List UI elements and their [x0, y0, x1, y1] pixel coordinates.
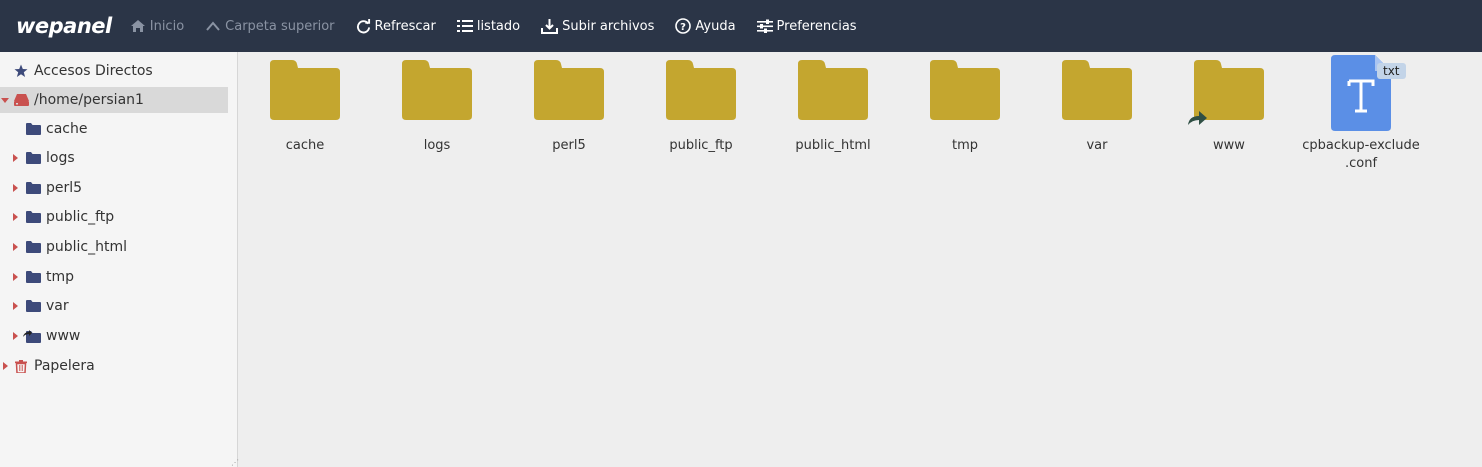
folder-icon [26, 271, 41, 283]
parent-folder-button[interactable]: Carpeta superior [205, 18, 335, 34]
home-button[interactable]: Inicio [130, 19, 184, 34]
tree-label-trash: Papelera [34, 358, 95, 374]
file-name: www [1213, 138, 1245, 153]
tree-item-public-html[interactable]: public_html [0, 234, 228, 260]
file-name: var [1086, 138, 1108, 153]
file-name: cpbackup-exclude .conf [1295, 137, 1427, 173]
upload-icon [541, 18, 559, 34]
folder-icon [930, 60, 1000, 120]
tree-item-www[interactable]: www [0, 323, 228, 349]
sidebar-tree: Accesos Directos /home/persian1 cache lo… [0, 52, 239, 467]
preferences-label: Preferencias [776, 18, 857, 34]
folder-icon [402, 60, 472, 120]
tree-item-root[interactable]: /home/persian1 [0, 87, 228, 113]
file-item-var[interactable]: var [1031, 52, 1163, 182]
folder-icon [798, 60, 868, 120]
tree-label-www: www [46, 328, 81, 344]
list-view-button[interactable]: listado [456, 18, 521, 34]
folder-icon [1062, 60, 1132, 120]
file-name-line2: .conf [1344, 156, 1378, 171]
tree-item-cache[interactable]: cache [0, 116, 228, 142]
tree-label-shortcuts: Accesos Directos [34, 63, 153, 79]
list-icon [456, 20, 473, 32]
trash-icon [15, 359, 27, 373]
folder-icon [666, 60, 736, 120]
drive-icon [14, 94, 29, 106]
tree-item-logs[interactable]: logs [0, 145, 228, 171]
upload-button[interactable]: Subir archivos [541, 18, 655, 34]
refresh-icon [356, 18, 370, 33]
file-item-cache[interactable]: cache [239, 52, 371, 182]
folder-link-icon [23, 329, 41, 343]
home-label: Inicio [149, 18, 185, 34]
expand-caret-icon[interactable] [13, 154, 18, 162]
symlink-arrow-icon [1188, 111, 1207, 125]
expand-caret-icon[interactable] [13, 273, 18, 281]
help-label: Ayuda [695, 18, 736, 34]
folder-icon [26, 152, 41, 164]
expand-caret-icon[interactable] [13, 302, 18, 310]
folder-icon [534, 60, 604, 120]
expand-caret-icon[interactable] [1, 98, 9, 103]
home-icon [130, 20, 145, 32]
file-name: public_ftp [669, 138, 733, 153]
sidebar-resize-handle[interactable]: ⋰ [231, 458, 239, 467]
tree-label-logs: logs [46, 150, 75, 166]
file-name: logs [423, 138, 451, 153]
refresh-label: Refrescar [374, 18, 436, 34]
tree-item-tmp[interactable]: tmp [0, 264, 228, 290]
help-icon: ? [675, 18, 692, 34]
tree-label-public-ftp: public_ftp [46, 209, 115, 225]
file-item-tmp[interactable]: tmp [899, 52, 1031, 182]
upload-label: Subir archivos [562, 18, 655, 34]
expand-caret-icon[interactable] [13, 243, 18, 251]
folder-icon [26, 211, 41, 223]
tree-label-perl5: perl5 [46, 180, 83, 196]
file-item-cpbackup-exclude[interactable]: txt cpbackup-exclude .conf [1295, 52, 1427, 182]
top-bar: wepanel Inicio Carpeta superior Refresca… [0, 0, 1482, 52]
tree-item-public-ftp[interactable]: public_ftp [0, 204, 228, 230]
tree-item-var[interactable]: var [0, 293, 228, 319]
folder-icon [270, 60, 340, 120]
svg-text:?: ? [680, 22, 686, 33]
tree-item-trash[interactable]: Papelera [0, 353, 228, 379]
parent-folder-label: Carpeta superior [225, 18, 335, 34]
file-type-badge: txt [1377, 63, 1406, 79]
expand-caret-icon[interactable] [13, 332, 18, 340]
refresh-button[interactable]: Refrescar [356, 18, 436, 34]
expand-caret-icon[interactable] [13, 213, 18, 221]
tree-item-perl5[interactable]: perl5 [0, 175, 228, 201]
folder-icon [26, 241, 41, 253]
folder-icon [26, 300, 41, 312]
star-icon [14, 64, 28, 77]
file-item-www[interactable]: www [1163, 52, 1295, 182]
file-item-public-html[interactable]: public_html [767, 52, 899, 182]
tree-label-root: /home/persian1 [34, 92, 144, 108]
file-item-public-ftp[interactable]: public_ftp [635, 52, 767, 182]
tree-label-cache: cache [46, 121, 88, 137]
file-name: tmp [951, 138, 978, 153]
tree-label-public-html: public_html [46, 239, 128, 255]
sliders-icon [756, 19, 773, 33]
file-grid: cache logs perl5 public_ftp public_html … [239, 52, 1482, 467]
list-view-label: listado [476, 18, 521, 34]
tree-label-var: var [46, 298, 69, 314]
file-item-perl5[interactable]: perl5 [503, 52, 635, 182]
tree-label-tmp: tmp [46, 269, 75, 285]
folder-icon [26, 182, 41, 194]
expand-caret-icon[interactable] [13, 184, 18, 192]
help-button[interactable]: ? Ayuda [675, 18, 736, 34]
chevron-up-icon [206, 21, 220, 31]
file-item-logs[interactable]: logs [371, 52, 503, 182]
tree-item-shortcuts[interactable]: Accesos Directos [0, 58, 228, 84]
file-name: public_html [795, 138, 871, 153]
file-name: cache [285, 138, 325, 153]
app-logo: wepanel [16, 14, 112, 38]
expand-caret-icon[interactable] [3, 362, 8, 370]
file-name-line1: cpbackup-exclude [1302, 138, 1420, 153]
folder-icon [26, 123, 41, 135]
file-name: perl5 [552, 138, 586, 153]
preferences-button[interactable]: Preferencias [756, 18, 857, 34]
